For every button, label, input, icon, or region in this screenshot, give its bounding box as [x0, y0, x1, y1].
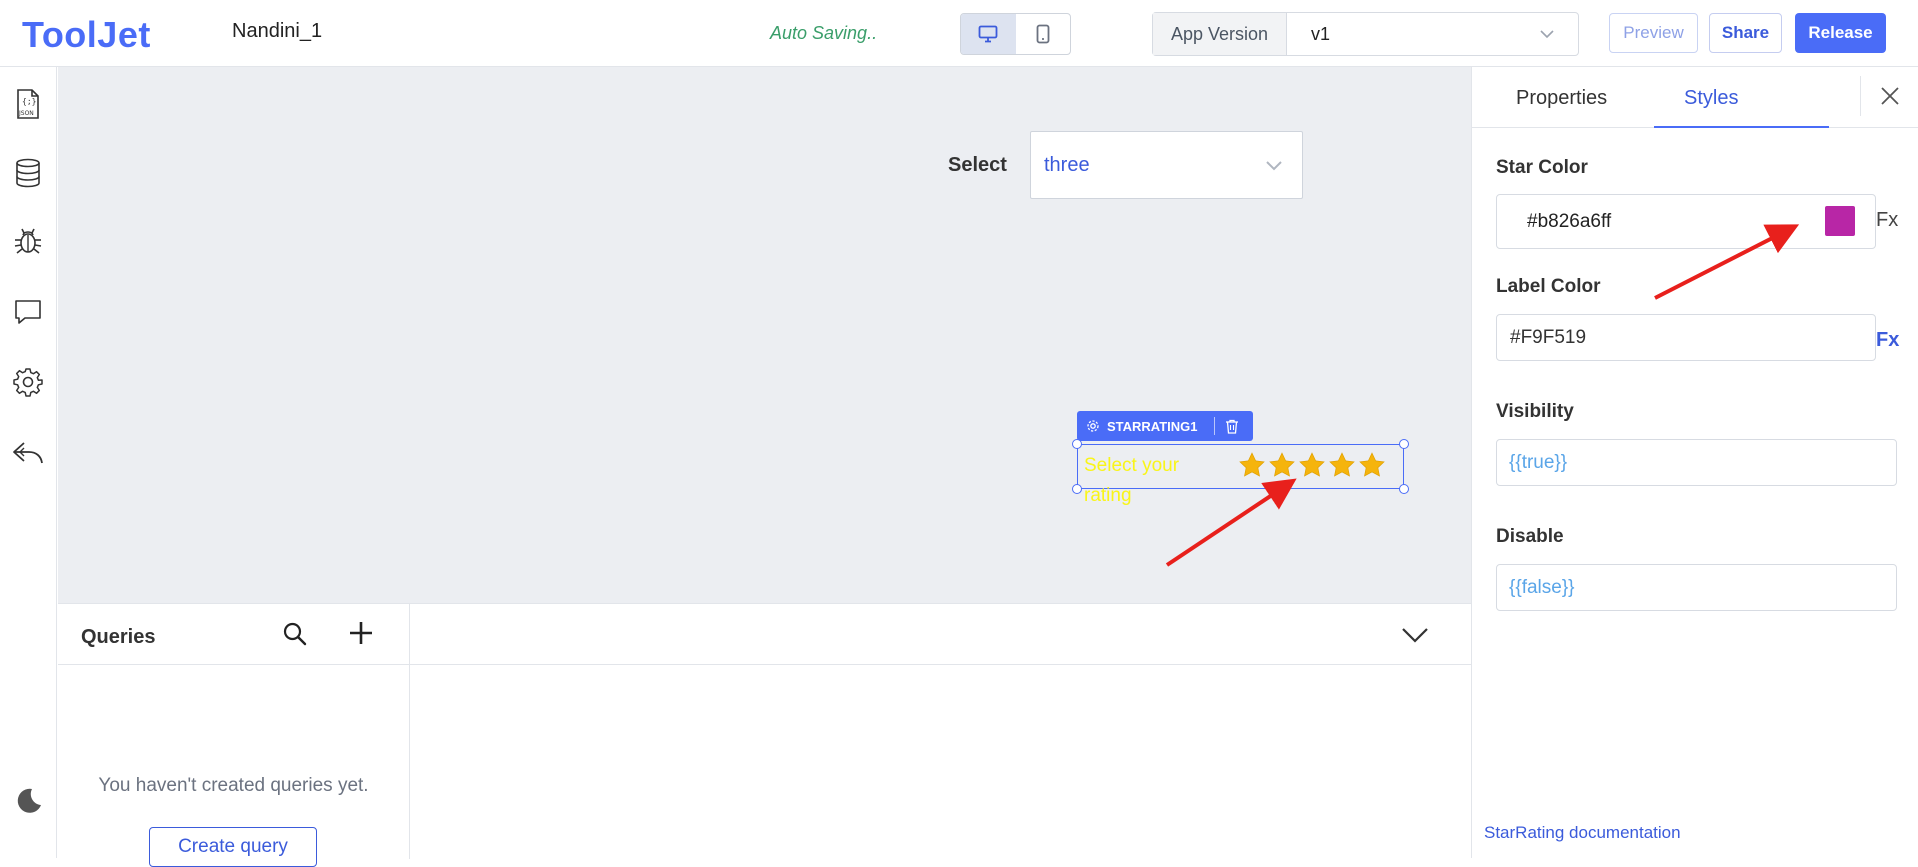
autosave-status: Auto Saving.. — [770, 23, 878, 43]
app-canvas[interactable]: Select three STARRATING1 Select your rat… — [58, 67, 1471, 603]
create-query-button[interactable]: Create query — [149, 827, 317, 867]
comment-icon[interactable] — [11, 295, 45, 329]
star-icon[interactable] — [1298, 451, 1326, 479]
chevron-down-icon — [1266, 161, 1282, 171]
star-rating-label: Select your rating — [1084, 455, 1180, 506]
preview-button[interactable]: Preview — [1609, 13, 1698, 53]
visibility-label: Visibility — [1496, 401, 1574, 422]
resize-handle[interactable] — [1072, 484, 1082, 494]
desktop-view-button[interactable] — [961, 14, 1016, 54]
gear-icon[interactable] — [1086, 419, 1100, 433]
top-bar: ToolJet Nandini_1 Auto Saving.. App Vers… — [0, 0, 1918, 67]
add-query-icon[interactable] — [347, 619, 375, 652]
star-color-field[interactable]: #b826a6ff — [1496, 194, 1876, 249]
select-label: Select — [948, 154, 1007, 176]
select-value: three — [1044, 154, 1090, 176]
star-rating-widget[interactable]: Select your rating — [1072, 439, 1409, 506]
close-icon[interactable] — [1878, 84, 1902, 113]
mobile-icon — [1036, 24, 1050, 44]
tab-properties[interactable]: Properties — [1516, 87, 1607, 110]
tooljet-logo: ToolJet — [22, 14, 151, 55]
queries-title: Queries — [81, 626, 156, 648]
search-icon[interactable] — [282, 621, 308, 652]
svg-text:{;}: {;} — [22, 97, 36, 106]
share-button[interactable]: Share — [1709, 13, 1782, 53]
moon-icon[interactable] — [11, 784, 45, 818]
undo-icon[interactable] — [11, 436, 45, 470]
active-tab-indicator — [1654, 126, 1829, 128]
label-color-field[interactable]: #F9F519 — [1496, 314, 1876, 361]
chevron-down-icon — [1540, 30, 1554, 39]
inspector-panel: Properties Styles Star Color #b826a6ff F… — [1471, 67, 1918, 858]
star-list — [1238, 451, 1386, 479]
disable-value: {{false}} — [1509, 576, 1575, 598]
trash-icon[interactable] — [1225, 419, 1239, 434]
widget-tag[interactable]: STARRATING1 — [1077, 411, 1253, 441]
star-icon[interactable] — [1238, 451, 1266, 479]
star-icon[interactable] — [1358, 451, 1386, 479]
app-version-label: App Version — [1153, 13, 1287, 55]
tag-divider — [1213, 417, 1215, 435]
database-icon[interactable] — [11, 156, 45, 190]
app-name[interactable]: Nandini_1 — [232, 20, 322, 43]
star-color-label: Star Color — [1496, 157, 1588, 178]
left-sidebar: {;} JSON — [0, 67, 57, 858]
visibility-field[interactable]: {{true}} — [1496, 439, 1897, 486]
fx-toggle[interactable]: Fx — [1876, 209, 1898, 232]
color-swatch[interactable] — [1825, 206, 1855, 236]
resize-handle[interactable] — [1399, 439, 1409, 449]
tabs-divider — [1860, 76, 1861, 116]
resize-handle[interactable] — [1399, 484, 1409, 494]
select-dropdown[interactable]: three — [1030, 131, 1303, 199]
documentation-link[interactable]: StarRating documentation — [1484, 823, 1681, 843]
query-panel: Queries You haven't created queries yet.… — [58, 603, 1471, 867]
star-color-value: #b826a6ff — [1527, 210, 1612, 232]
label-color-label: Label Color — [1496, 276, 1601, 297]
release-button[interactable]: Release — [1795, 13, 1886, 53]
mobile-view-button[interactable] — [1016, 14, 1071, 54]
disable-field[interactable]: {{false}} — [1496, 564, 1897, 611]
device-toggle — [960, 13, 1071, 55]
fx-toggle[interactable]: Fx — [1876, 329, 1899, 352]
app-version-value: v1 — [1311, 23, 1331, 44]
inspector-tabs: Properties Styles — [1472, 67, 1918, 128]
settings-icon[interactable] — [11, 365, 45, 399]
tab-styles[interactable]: Styles — [1684, 87, 1738, 110]
query-panel-divider — [409, 604, 410, 859]
query-panel-header: Queries — [58, 604, 1471, 665]
star-icon[interactable] — [1268, 451, 1296, 479]
app-version-selector[interactable]: App Version v1 — [1152, 12, 1579, 56]
svg-text:JSON: JSON — [18, 110, 34, 117]
label-color-value: #F9F519 — [1510, 326, 1587, 348]
resize-handle[interactable] — [1072, 439, 1082, 449]
empty-queries-text: You haven't created queries yet. — [98, 775, 369, 796]
json-icon[interactable]: {;} JSON — [11, 87, 45, 121]
widget-name: STARRATING1 — [1107, 418, 1198, 434]
visibility-value: {{true}} — [1509, 451, 1568, 473]
bug-icon[interactable] — [11, 224, 45, 258]
star-icon[interactable] — [1328, 451, 1356, 479]
desktop-icon — [978, 25, 998, 43]
disable-label: Disable — [1496, 526, 1564, 547]
chevron-down-icon[interactable] — [1400, 626, 1430, 649]
